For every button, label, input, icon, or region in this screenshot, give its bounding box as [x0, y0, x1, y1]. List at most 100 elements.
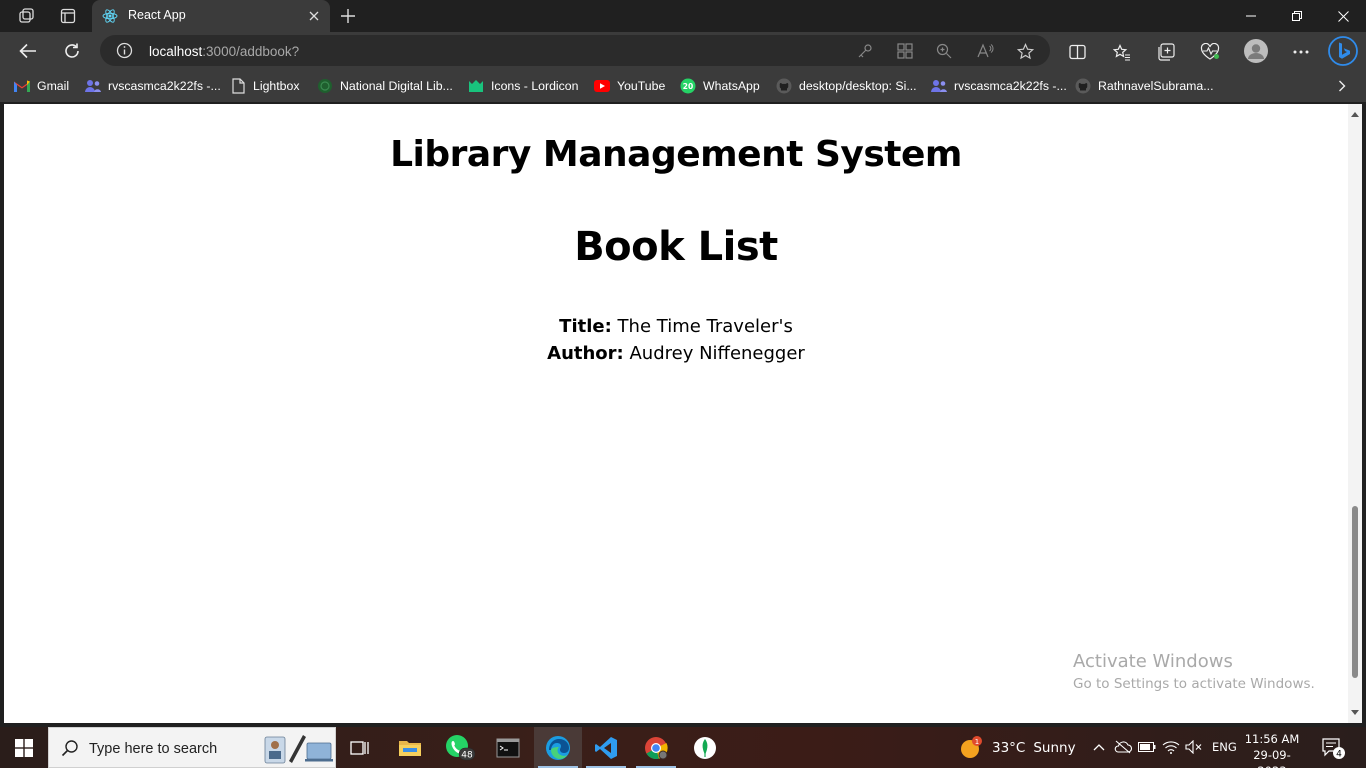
- read-aloud-icon[interactable]: [976, 42, 994, 60]
- windows-taskbar: Type here to search 48 1 33°C Sunny ENG …: [0, 727, 1366, 768]
- battery-icon[interactable]: [1138, 738, 1156, 756]
- chevron-up-icon[interactable]: [1090, 738, 1108, 756]
- page-icon: [230, 78, 246, 94]
- favorite-lordicon[interactable]: Icons - Lordicon: [468, 77, 579, 95]
- activate-windows-watermark: Activate Windows Go to Settings to activ…: [1073, 651, 1315, 692]
- browser-essentials-icon[interactable]: [1199, 41, 1221, 63]
- book-author-row: Author: Audrey Niffenegger: [4, 343, 1348, 364]
- vscode-icon[interactable]: [582, 727, 630, 768]
- edge-browser-icon[interactable]: [534, 727, 582, 768]
- favorite-whatsapp[interactable]: 20 WhatsApp: [680, 77, 760, 95]
- sun-icon: 1: [961, 735, 982, 758]
- zoom-icon[interactable]: [935, 42, 953, 60]
- lordicon-icon: [468, 78, 484, 94]
- scroll-up-arrow-icon[interactable]: [1351, 112, 1359, 117]
- favorite-star-icon[interactable]: [1016, 42, 1034, 60]
- favorite-gmail[interactable]: Gmail: [14, 77, 69, 95]
- search-placeholder: Type here to search: [89, 741, 218, 757]
- favorite-national-digital-library[interactable]: National Digital Lib...: [317, 77, 453, 95]
- new-tab-icon[interactable]: [338, 6, 358, 26]
- language-indicator[interactable]: ENG: [1212, 740, 1237, 754]
- browser-tab-strip: React App: [0, 0, 1366, 32]
- active-tab[interactable]: React App: [92, 0, 330, 32]
- favorite-github-desktop[interactable]: desktop/desktop: Si...: [776, 77, 917, 95]
- weather-widget[interactable]: 1 33°C Sunny: [958, 727, 1076, 768]
- tab-title: React App: [128, 8, 186, 22]
- activate-windows-title: Activate Windows: [1073, 651, 1233, 672]
- back-icon[interactable]: [15, 39, 41, 63]
- whatsapp-badge: 48: [461, 750, 473, 760]
- activate-windows-subtitle: Go to Settings to activate Windows.: [1073, 676, 1315, 692]
- teams-icon: [85, 78, 101, 94]
- book-title-label: Title:: [559, 316, 612, 337]
- favorite-youtube[interactable]: YouTube: [594, 77, 665, 95]
- more-options-icon[interactable]: [1290, 41, 1312, 63]
- file-explorer-icon[interactable]: [386, 727, 434, 768]
- book-author-label: Author:: [547, 343, 624, 364]
- chevron-right-icon[interactable]: [1331, 75, 1353, 97]
- bing-copilot-icon[interactable]: [1328, 36, 1358, 66]
- cloud-offline-icon[interactable]: [1114, 738, 1132, 756]
- terminal-icon[interactable]: [484, 727, 532, 768]
- book-author-value: Audrey Niffenegger: [629, 343, 805, 364]
- address-bar[interactable]: localhost:3000/addbook?: [100, 35, 1050, 66]
- book-title-value: The Time Traveler's: [617, 316, 793, 337]
- split-screen-icon[interactable]: [1066, 41, 1088, 63]
- page-viewport: Library Management System Book List Titl…: [4, 104, 1362, 723]
- browser-toolbar: localhost:3000/addbook?: [0, 32, 1366, 70]
- weather-alert-count: 1: [975, 737, 979, 745]
- whatsapp-icon: 20: [680, 78, 696, 94]
- apps-icon[interactable]: [896, 42, 914, 60]
- favorite-rvscasmca-1[interactable]: rvscasmca2k22fs -...: [85, 77, 221, 95]
- scroll-down-arrow-icon[interactable]: [1351, 710, 1359, 715]
- weather-condition: Sunny: [1033, 739, 1076, 756]
- system-clock[interactable]: 11:56 AM 29-09-2023: [1240, 731, 1304, 768]
- volume-muted-icon[interactable]: [1185, 738, 1203, 756]
- teams-icon: [931, 78, 947, 94]
- notification-count: 4: [1336, 750, 1342, 760]
- globe-icon: [317, 78, 333, 94]
- notification-center-icon[interactable]: 4: [1320, 736, 1346, 760]
- search-icon: [61, 740, 78, 757]
- refresh-icon[interactable]: [59, 39, 85, 63]
- favorites-bar: Gmail rvscasmca2k22fs -... Lightbox Nati…: [0, 70, 1366, 102]
- chrome-icon[interactable]: [632, 727, 680, 768]
- whatsapp-app-icon[interactable]: 48: [436, 727, 484, 768]
- book-title-row: Title: The Time Traveler's: [4, 316, 1348, 337]
- minimize-icon[interactable]: [1228, 0, 1274, 32]
- wifi-icon[interactable]: [1162, 738, 1180, 756]
- vertical-scrollbar[interactable]: [1348, 104, 1362, 723]
- scrollbar-thumb[interactable]: [1352, 506, 1358, 678]
- favorite-lightbox[interactable]: Lightbox: [230, 77, 300, 95]
- app-title: Library Management System: [390, 134, 962, 175]
- close-tab-icon[interactable]: [306, 8, 322, 24]
- mongodb-compass-icon[interactable]: [681, 727, 729, 768]
- taskbar-search-box[interactable]: Type here to search: [48, 727, 336, 768]
- favorite-rvscasmca-2[interactable]: rvscasmca2k22fs -...: [931, 77, 1067, 95]
- profile-avatar[interactable]: [1244, 39, 1268, 63]
- info-icon[interactable]: [116, 42, 133, 59]
- workspaces-icon[interactable]: [14, 5, 38, 27]
- react-icon: [102, 9, 118, 23]
- github-icon: [1075, 78, 1091, 94]
- favorite-rathnavel[interactable]: RathnavelSubrama...: [1075, 77, 1214, 95]
- youtube-icon: [594, 78, 610, 94]
- close-window-icon[interactable]: [1320, 0, 1366, 32]
- url-text[interactable]: localhost:3000/addbook?: [149, 44, 299, 59]
- page-content: Library Management System Book List Titl…: [4, 104, 1348, 723]
- clock-date: 29-09-2023: [1253, 748, 1291, 768]
- book-list-heading: Book List: [574, 224, 778, 270]
- favorites-icon[interactable]: [1111, 41, 1133, 63]
- collections-icon[interactable]: [1155, 41, 1177, 63]
- tab-actions-icon[interactable]: [56, 5, 80, 27]
- start-button[interactable]: [0, 727, 48, 768]
- gmail-icon: [14, 78, 30, 94]
- key-icon[interactable]: [856, 42, 874, 60]
- weather-temp: 33°C: [992, 739, 1026, 756]
- restore-icon[interactable]: [1274, 0, 1320, 32]
- search-highlight-illustration: [264, 735, 333, 764]
- task-view-icon[interactable]: [336, 727, 384, 768]
- windows-logo-icon: [15, 738, 33, 757]
- github-icon: [776, 78, 792, 94]
- clock-time: 11:56 AM: [1244, 732, 1300, 746]
